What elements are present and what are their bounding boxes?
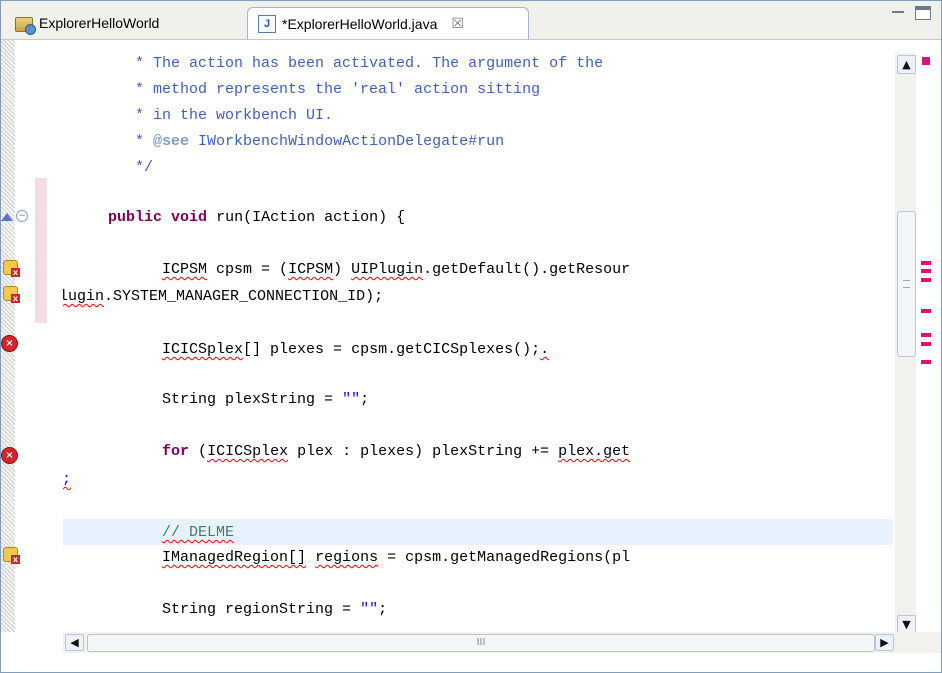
javadoc-text: * bbox=[135, 133, 154, 150]
overview-marker[interactable] bbox=[921, 269, 931, 273]
code-line: (UIPlugin.SYSTEM_MANAGER_CONNECTION_ID); bbox=[63, 284, 853, 309]
javadoc-text: * in the workbench UI. bbox=[135, 107, 334, 124]
minimize-button[interactable] bbox=[892, 11, 904, 13]
code-text: ; bbox=[360, 391, 370, 408]
overview-marker[interactable] bbox=[921, 309, 931, 313]
warning-error-icon[interactable] bbox=[3, 260, 20, 277]
code-text: ; bbox=[378, 601, 388, 618]
scroll-left-button[interactable]: ◀ bbox=[65, 634, 84, 651]
javadoc-text: * method represents the 'real' action si… bbox=[135, 81, 541, 98]
code-line: */ bbox=[63, 155, 893, 180]
code-text: .getDefault().getResour bbox=[423, 261, 631, 278]
keyword: for bbox=[162, 443, 190, 460]
code-text: = cpsm.getManagedRegions(pl bbox=[378, 549, 631, 566]
javadoc-text: * The action has been activated. The arg… bbox=[135, 55, 604, 72]
scroll-right-button[interactable]: ▶ bbox=[875, 634, 894, 651]
error-token: ICICSplex bbox=[207, 443, 289, 460]
code-line: * The action has been activated. The arg… bbox=[63, 51, 893, 76]
javadoc-text: */ bbox=[135, 159, 154, 176]
scrollbar-corner bbox=[895, 632, 941, 653]
code-line: String plexString = ""; bbox=[63, 387, 893, 412]
code-editor[interactable]: * The action has been activated. The arg… bbox=[63, 40, 893, 632]
error-token: UIPlugin bbox=[63, 288, 105, 305]
quick-diff-bar bbox=[35, 178, 47, 323]
error-token: IManagedRegion[] bbox=[162, 549, 307, 566]
code-text: String plexString = bbox=[162, 391, 343, 408]
warning-error-icon[interactable] bbox=[3, 547, 20, 564]
horizontal-scroll-thumb[interactable]: III bbox=[87, 634, 875, 652]
warning-error-icon[interactable] bbox=[3, 286, 20, 303]
override-indicator-icon[interactable] bbox=[1, 213, 13, 221]
string-literal: "" bbox=[360, 601, 379, 618]
code-text: ) bbox=[333, 261, 352, 278]
grip-icon bbox=[903, 280, 910, 288]
error-token: ICICSplex bbox=[162, 341, 244, 358]
overview-marker[interactable] bbox=[921, 342, 931, 346]
error-icon[interactable]: × bbox=[1, 447, 18, 464]
code-text: cpsm = ( bbox=[207, 261, 289, 278]
code-line: // DELME bbox=[63, 520, 893, 545]
error-token: . bbox=[540, 341, 550, 358]
overview-marker[interactable] bbox=[921, 261, 931, 265]
folding-gutter bbox=[15, 40, 63, 632]
code-line: ICICSplex[] plexes = cpsm.getCICSplexes(… bbox=[63, 337, 893, 362]
vertical-scrollbar[interactable]: ▲ ▼ bbox=[895, 53, 916, 635]
code-line: for (ICICSplex plex : plexes) plexString… bbox=[63, 439, 893, 464]
overview-marker[interactable] bbox=[921, 278, 931, 282]
line-comment: // DELME bbox=[162, 524, 235, 541]
code-line: String regionString = ""; bbox=[63, 597, 893, 622]
code-line: ICPSM cpsm = (ICPSM) UIPlugin.getDefault… bbox=[63, 257, 893, 282]
code-line: public void run(IAction action) { bbox=[63, 205, 893, 230]
error-token: regions bbox=[315, 549, 379, 566]
code-text: [] plexes = cpsm.getCICSplexes(); bbox=[243, 341, 541, 358]
javadoc-tag: @see bbox=[153, 133, 190, 150]
tab-label: *ExplorerHelloWorld.java bbox=[282, 15, 438, 32]
code-line: * method represents the 'real' action si… bbox=[63, 77, 893, 102]
fold-collapse-icon[interactable]: − bbox=[16, 210, 28, 222]
code-text: .SYSTEM_MANAGER_CONNECTION_ID); bbox=[104, 288, 384, 305]
code-line: IManagedRegion[] regions = cpsm.getManag… bbox=[63, 545, 893, 570]
keyword: void bbox=[171, 209, 208, 226]
code-line: "; bbox=[63, 467, 883, 492]
error-token: ICPSM bbox=[162, 261, 208, 278]
string-literal: "" bbox=[342, 391, 361, 408]
code-text: run(IAction action) { bbox=[207, 209, 406, 226]
overview-marker[interactable] bbox=[921, 333, 931, 337]
code-text: plex : plexes) plexString += bbox=[288, 443, 559, 460]
code-line: * @see IWorkbenchWindowActionDelegate#ru… bbox=[63, 129, 893, 154]
tab-explorerhelloworld-java[interactable]: J *ExplorerHelloWorld.java ☒ bbox=[247, 7, 529, 39]
code-text: String regionString = bbox=[162, 601, 361, 618]
error-token: ICPSM bbox=[288, 261, 334, 278]
project-icon bbox=[15, 16, 36, 35]
tab-label: ExplorerHelloWorld bbox=[39, 15, 160, 31]
overview-marker[interactable] bbox=[921, 360, 931, 364]
error-token: "; bbox=[63, 471, 71, 488]
horizontal-scrollbar[interactable]: ◀ III ▶ bbox=[63, 632, 895, 653]
error-token: UIPlugin bbox=[351, 261, 424, 278]
error-summary-icon[interactable] bbox=[922, 57, 930, 65]
keyword: public bbox=[108, 209, 163, 226]
close-icon[interactable]: ☒ bbox=[451, 15, 464, 32]
maximize-button[interactable] bbox=[915, 6, 931, 20]
java-editor-window: ExplorerHelloWorld J *ExplorerHelloWorld… bbox=[0, 0, 942, 673]
code-line: * in the workbench UI. bbox=[63, 103, 893, 128]
javadoc-text: IWorkbenchWindowActionDelegate#run bbox=[189, 133, 505, 150]
error-icon[interactable]: × bbox=[1, 335, 18, 352]
java-file-icon: J bbox=[258, 14, 276, 33]
vertical-scroll-thumb[interactable] bbox=[897, 211, 916, 357]
error-token: plex.get bbox=[558, 443, 631, 460]
editor-tab-bar: ExplorerHelloWorld J *ExplorerHelloWorld… bbox=[1, 1, 941, 40]
grip-icon: III bbox=[476, 637, 486, 648]
overview-ruler[interactable] bbox=[918, 53, 936, 635]
code-text: ( bbox=[189, 443, 208, 460]
scroll-up-button[interactable]: ▲ bbox=[897, 55, 916, 74]
tab-explorerhelloworld[interactable]: ExplorerHelloWorld bbox=[7, 7, 225, 39]
